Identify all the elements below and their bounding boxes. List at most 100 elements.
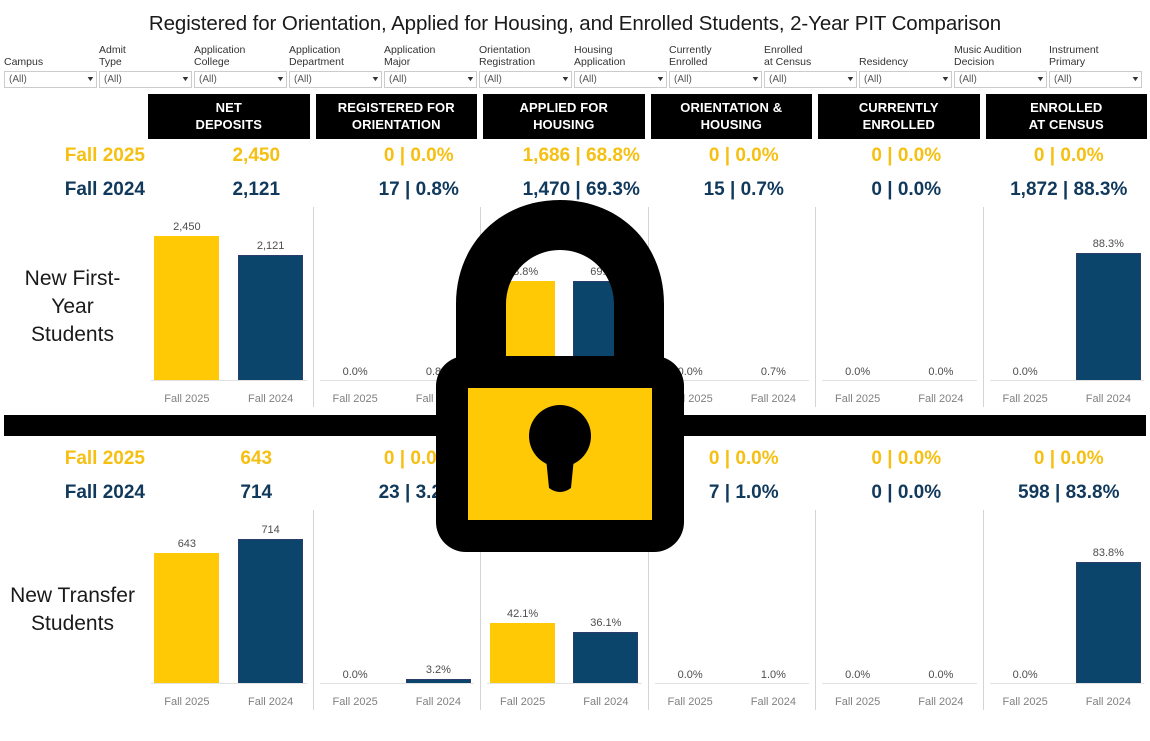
filter-dropdown[interactable]: (All) ▼ <box>479 71 572 88</box>
kpi-row: Fall 2025 2,450 0 | 0.0% 1,686 | 68.8% 0 | 0… <box>0 139 1150 173</box>
chevron-down-icon[interactable]: ▼ <box>941 76 950 83</box>
kpi-value: 598 | 83.8% <box>1018 482 1120 503</box>
bar-navy[interactable] <box>1075 253 1141 381</box>
bar-chart[interactable]: 0.0% 83.8% Fall 2025 Fall 2024 <box>982 510 1150 710</box>
bar-chart[interactable]: 0.0% 3.2% Fall 2025 Fall 2024 <box>312 510 481 710</box>
chevron-down-icon[interactable]: ▼ <box>656 76 665 83</box>
filter-dropdown[interactable]: (All) ▼ <box>574 71 667 88</box>
filter-8: Enrolled at Census (All) ▼ <box>764 44 857 88</box>
axis-line <box>319 380 474 381</box>
filter-0: Campus (All) ▼ <box>4 44 97 88</box>
chevron-down-icon[interactable]: ▼ <box>181 76 190 83</box>
chevron-down-icon[interactable]: ▼ <box>371 76 380 83</box>
filter-dropdown[interactable]: (All) ▼ <box>384 71 477 88</box>
axis-line <box>487 380 642 381</box>
axis-line <box>822 683 977 684</box>
kpi-value: 1,872 | 88.3% <box>1010 179 1128 200</box>
kpi-value: 17 | 0.8% <box>378 179 459 200</box>
chevron-down-icon[interactable]: ▼ <box>751 76 760 83</box>
chart-panel-4: 0.0% 0.0% Fall 2025 Fall 2024 <box>815 510 983 710</box>
axis-tick-label: Fall 2025 <box>499 696 546 708</box>
bar-gold[interactable] <box>154 236 220 381</box>
bar-gold[interactable] <box>490 623 556 684</box>
chevron-down-icon[interactable]: ▼ <box>276 76 285 83</box>
chart-row: New First-Year Students 2,450 2,121 Fall 20… <box>0 207 1150 407</box>
plot-area: 0.0% 0.0% <box>816 514 983 684</box>
bar-group: 68.8% <box>484 211 561 381</box>
bar-group: 714 <box>232 514 309 684</box>
kpi-value: 0 | 0.0% <box>383 448 454 469</box>
bar-gold[interactable] <box>490 281 556 381</box>
axis-tick-label: Fall 2025 <box>667 393 713 405</box>
bar-value-label: 0.0% <box>928 669 954 681</box>
axis-tick-label: Fall 2025 <box>1002 696 1048 708</box>
filter-dropdown[interactable]: (All) ▼ <box>669 71 762 88</box>
header-line-1: REGISTERED FOR <box>337 100 455 115</box>
filter-dropdown[interactable]: (All) ▼ <box>99 71 192 88</box>
bar-gold[interactable] <box>154 553 220 684</box>
chart-panel-3: 0.0% 1.0% Fall 2025 Fall 2024 <box>647 510 816 710</box>
bar-chart[interactable]: 2,450 2,121 Fall 2025 Fall 2024 <box>145 207 313 407</box>
chevron-down-icon[interactable]: ▼ <box>846 76 855 83</box>
plot-area: 0.0% 83.8% <box>984 514 1150 684</box>
chart-panel-2: 42.1% 36.1% Fall 2025 Fall 2024 <box>480 510 648 710</box>
bar-chart[interactable]: 0.0% 88.3% Fall 2025 Fall 2024 <box>982 207 1150 407</box>
axis-tick-label: Fall 2025 <box>1002 393 1048 405</box>
bar-chart[interactable]: 0.0% 0.8% Fall 2025 Fall 2024 <box>312 207 481 407</box>
axis-tick-labels: Fall 2025 Fall 2024 <box>816 696 983 708</box>
bar-group: 83.8% <box>1070 514 1147 684</box>
row-label: New Transfer Students <box>10 584 135 635</box>
bar-navy[interactable] <box>573 632 639 684</box>
filter-value: (All) <box>199 74 217 85</box>
chart-panel-4: 0.0% 0.0% Fall 2025 Fall 2024 <box>815 207 983 407</box>
bar-chart[interactable]: 0.0% 1.0% Fall 2025 Fall 2024 <box>647 510 816 710</box>
bar-navy[interactable] <box>573 281 639 381</box>
bar-group: 0.0% <box>317 211 394 381</box>
plot-area: 0.0% 3.2% <box>314 514 481 684</box>
chevron-down-icon[interactable]: ▼ <box>561 76 570 83</box>
bar-navy[interactable] <box>1075 562 1141 684</box>
bar-chart[interactable]: 0.0% 0.0% Fall 2025 Fall 2024 <box>815 207 983 407</box>
filter-3: Application Department (All) ▼ <box>289 44 382 88</box>
filter-6: Housing Application (All) ▼ <box>574 44 667 88</box>
filter-dropdown[interactable]: (All) ▼ <box>194 71 287 88</box>
chevron-down-icon[interactable]: ▼ <box>1036 76 1045 83</box>
axis-tick-label: Fall 2025 <box>332 393 378 405</box>
axis-tick-label: Fall 2024 <box>750 696 796 708</box>
kpi-value: 7 | 1.0% <box>708 482 779 503</box>
bar-chart[interactable]: 0.0% 0.0% Fall 2025 Fall 2024 <box>815 510 983 710</box>
filter-dropdown[interactable]: (All) ▼ <box>1049 71 1142 88</box>
plot-area: 2,450 2,121 <box>145 211 313 381</box>
bar-chart[interactable]: 42.1% 36.1% Fall 2025 Fall 2024 <box>480 510 648 710</box>
column-header-3: ORIENTATION & HOUSING <box>648 94 816 139</box>
column-header-row: NET DEPOSITS REGISTERED FOR ORIENTATION APPL… <box>0 94 1150 139</box>
bar-chart[interactable]: 643 714 Fall 2025 Fall 2024 <box>145 510 313 710</box>
chevron-down-icon[interactable]: ▼ <box>1131 76 1140 83</box>
bar-group: 88.3% <box>1070 211 1147 381</box>
filter-dropdown[interactable]: (All) ▼ <box>4 71 97 88</box>
chevron-down-icon[interactable]: ▼ <box>86 76 95 83</box>
kpi-value: 0 | 0.0% <box>708 145 779 166</box>
axis-tick-label: Fall 2025 <box>834 393 881 405</box>
bar-group: 0.0% <box>819 211 896 381</box>
filter-value: (All) <box>579 74 597 85</box>
filter-dropdown[interactable]: (All) ▼ <box>764 71 857 88</box>
bar-chart[interactable]: 0.0% 0.7% Fall 2025 Fall 2024 <box>647 207 816 407</box>
plot-area: 0.0% 0.7% <box>649 211 816 381</box>
bar-value-label: 0.7% <box>760 366 786 378</box>
filter-value: (All) <box>1054 74 1072 85</box>
filter-dropdown[interactable]: (All) ▼ <box>954 71 1047 88</box>
kpi-value: 23 | 3.2% <box>378 482 459 503</box>
header-line-2: ORIENTATION <box>351 117 441 132</box>
axis-tick-labels: Fall 2025 Fall 2024 <box>816 393 983 405</box>
bar-navy[interactable] <box>238 255 304 381</box>
axis-tick-label: Fall 2024 <box>1085 393 1131 405</box>
axis-line <box>822 380 977 381</box>
chevron-down-icon[interactable]: ▼ <box>466 76 475 83</box>
filter-dropdown[interactable]: (All) ▼ <box>859 71 952 88</box>
bar-chart[interactable]: 68.8% 69.3% Fall 2025 Fall 2024 <box>480 207 648 407</box>
plot-area: 0.0% 88.3% <box>984 211 1150 381</box>
bar-navy[interactable] <box>238 539 304 684</box>
filter-dropdown[interactable]: (All) ▼ <box>289 71 382 88</box>
bar-value-label: 714 <box>261 524 280 536</box>
